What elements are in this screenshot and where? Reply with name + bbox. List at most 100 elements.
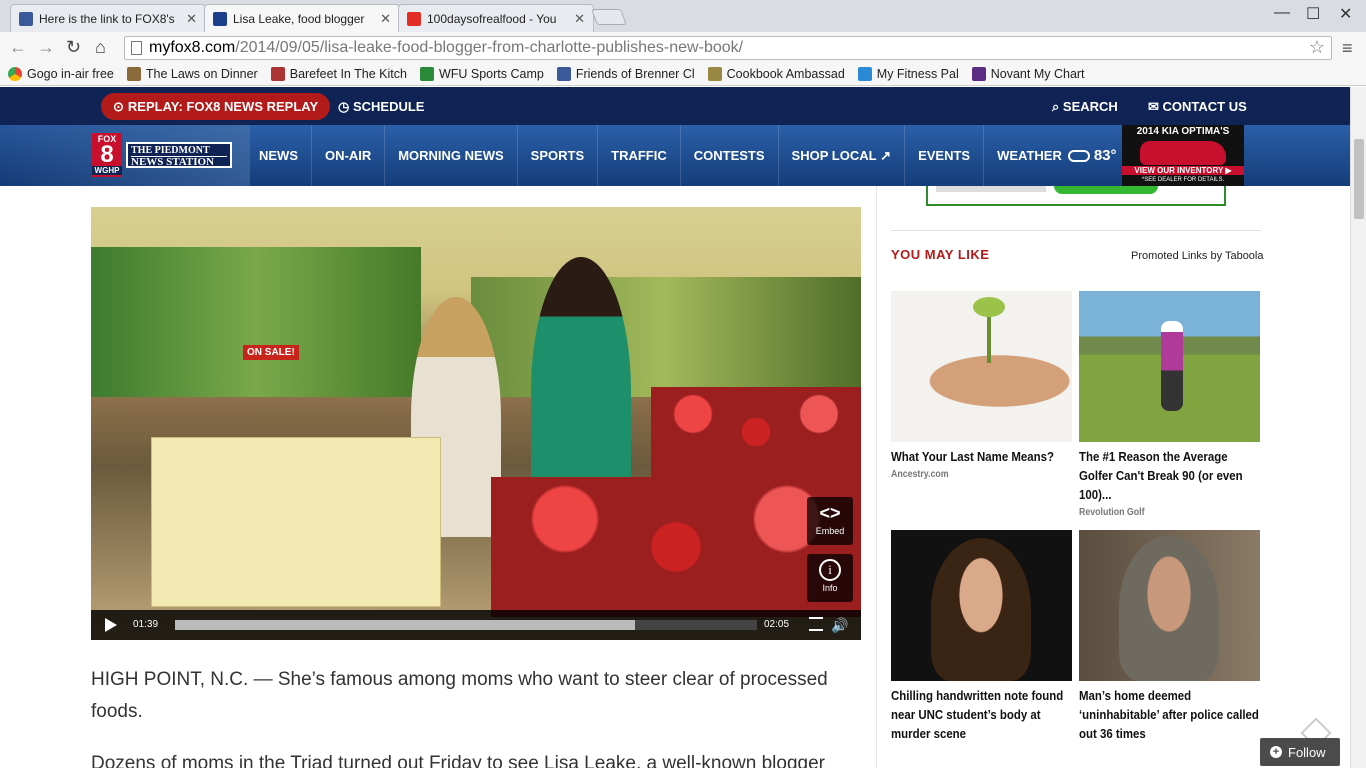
bookmark-item[interactable]: Novant My Chart: [971, 66, 1085, 81]
recommended-card[interactable]: The #1 Reason the Average Golfer Can't B…: [1079, 291, 1260, 518]
reload-icon[interactable]: ↻: [66, 37, 81, 58]
card-title: Man’s home deemed ‘uninhabitable’ after …: [1079, 688, 1259, 741]
fox8-icon: [213, 11, 227, 26]
bookmark-label: Novant My Chart: [990, 66, 1085, 81]
bookmark-label: Cookbook Ambassad: [726, 66, 845, 81]
info-button[interactable]: i Info: [807, 554, 853, 602]
close-icon[interactable]: ✕: [380, 11, 391, 27]
video-player[interactable]: ON SALE!: [91, 207, 861, 640]
video-progress-bar[interactable]: [175, 620, 757, 630]
produce-shelf: [471, 277, 861, 397]
clock-icon: ◷: [338, 99, 350, 114]
temperature: 83°: [1093, 147, 1117, 164]
bookmark-item[interactable]: Cookbook Ambassad: [707, 66, 845, 81]
scroll-thumb[interactable]: [1354, 139, 1364, 219]
nav-sports[interactable]: SPORTS: [516, 125, 597, 186]
sapling-leaves: [973, 297, 1005, 317]
portrait-image: [931, 538, 1031, 681]
embed-label: Embed: [815, 526, 845, 536]
kia-optima-ad[interactable]: 2014 KIA OPTIMA'S VIEW OUR INVENTORY ▶ *…: [1122, 125, 1244, 186]
follow-button[interactable]: + Follow: [1260, 738, 1340, 766]
nav-weather[interactable]: WEATHER 83°: [983, 125, 1129, 186]
contact-link[interactable]: ✉ CONTACT US: [1148, 99, 1247, 115]
recommended-card[interactable]: Man’s home deemed ‘uninhabitable’ after …: [1079, 530, 1260, 743]
fox8-logo[interactable]: FOX 8 WGHP THE PIEDMONT NEWS STATION: [92, 133, 232, 177]
info-icon: i: [819, 559, 841, 581]
main-navigation: FOX 8 WGHP THE PIEDMONT NEWS STATION NEW…: [0, 125, 1350, 186]
nav-on-air[interactable]: ON-AIR: [311, 125, 384, 186]
tab-facebook[interactable]: Here is the link to FOX8's ✕: [10, 4, 206, 32]
card-thumbnail: [1079, 291, 1260, 442]
chrome-icon: [8, 66, 22, 81]
back-arrow-icon[interactable]: ←: [9, 37, 27, 58]
portrait-image: [1119, 536, 1219, 681]
apple-display: [651, 387, 861, 477]
produce-shelf: [91, 247, 421, 397]
bookmark-item[interactable]: Friends of Brenner Cl: [556, 66, 695, 81]
apple-display: [491, 477, 861, 617]
search-icon: ⌕: [1052, 99, 1060, 114]
bookmark-item[interactable]: Gogo in-air free: [8, 66, 114, 81]
forward-arrow-icon[interactable]: →: [37, 37, 55, 58]
bookmark-label: Barefeet In The Kitch: [289, 66, 407, 81]
info-label: Info: [822, 583, 838, 593]
search-link[interactable]: ⌕ SEARCH: [1052, 99, 1118, 115]
card-thumbnail: [891, 530, 1072, 681]
card-title: Chilling handwritten note found near UNC…: [891, 688, 1064, 741]
bookmark-icon: [126, 66, 141, 81]
bookmark-item[interactable]: My Fitness Pal: [857, 66, 959, 81]
bookmark-label: WFU Sports Camp: [438, 66, 544, 81]
card-source: Ancestry.com: [891, 469, 949, 480]
bookmark-item[interactable]: WFU Sports Camp: [419, 66, 544, 81]
search-label: SEARCH: [1062, 99, 1118, 114]
nav-morning-news[interactable]: MORNING NEWS: [384, 125, 516, 186]
address-bar[interactable]: myfox8.com/2014/09/05/lisa-leake-food-bl…: [124, 36, 1332, 60]
progress-fill: [175, 620, 635, 630]
nav-news[interactable]: NEWS: [246, 125, 311, 186]
bookmark-star-icon[interactable]: ☆: [1309, 37, 1325, 58]
embed-button[interactable]: <> Embed: [807, 497, 853, 545]
nav-events[interactable]: EVENTS: [904, 125, 983, 186]
bookmark-item[interactable]: Barefeet In The Kitch: [270, 66, 407, 81]
ad-cta: VIEW OUR INVENTORY ▶: [1122, 166, 1244, 175]
ad-text-block: [936, 186, 1046, 192]
nav-traffic[interactable]: TRAFFIC: [597, 125, 680, 186]
sidebar-divider: [891, 230, 1261, 231]
hamburger-menu-icon[interactable]: ≡: [1342, 38, 1353, 59]
fullscreen-icon[interactable]: [809, 617, 823, 631]
recommended-card[interactable]: What Your Last Name Means? Ancestry.com: [891, 291, 1072, 480]
maximize-icon[interactable]: ☐: [1306, 4, 1320, 24]
schedule-link[interactable]: ◷ SCHEDULE: [338, 99, 424, 115]
home-icon[interactable]: ⌂: [95, 37, 106, 58]
play-icon[interactable]: [105, 618, 117, 632]
page-scrollbar[interactable]: [1350, 87, 1366, 768]
bookmark-icon: [857, 66, 872, 81]
close-icon[interactable]: ✕: [186, 11, 197, 27]
logo-line2: NEWS STATION: [131, 156, 215, 168]
ad-headline: 2014 KIA OPTIMA'S: [1136, 126, 1230, 137]
bookmarks-bar: Gogo in-air free The Laws on Dinner Bare…: [0, 62, 1366, 86]
on-sale-sign: ON SALE!: [243, 345, 299, 360]
taboola-promoted-link[interactable]: Promoted Links by Taboola: [1131, 250, 1264, 262]
nav-contests[interactable]: CONTESTS: [679, 125, 778, 186]
nav-shop-local[interactable]: SHOP LOCAL ↗: [777, 125, 905, 186]
logo-callsign: WGHP: [92, 166, 122, 175]
replay-button[interactable]: ⊙ REPLAY: FOX8 NEWS REPLAY: [101, 93, 331, 120]
recommended-card[interactable]: Chilling handwritten note found near UNC…: [891, 530, 1072, 743]
tab-fox8-article[interactable]: Lisa Leake, food blogger ✕: [204, 4, 400, 32]
sidebar-ad[interactable]: [926, 186, 1226, 206]
minimize-icon[interactable]: —: [1274, 4, 1290, 22]
url-host: myfox8.com: [149, 39, 236, 56]
bookmark-label: Friends of Brenner Cl: [575, 66, 695, 81]
bookmark-label: Gogo in-air free: [27, 66, 114, 81]
external-link-icon: ↗: [876, 147, 892, 163]
tab-youtube[interactable]: 100daysofrealfood - You ✕: [398, 4, 594, 32]
new-tab-button[interactable]: [591, 9, 627, 25]
volume-icon[interactable]: 🔊: [831, 617, 848, 634]
window-close-icon[interactable]: ✕: [1339, 4, 1352, 24]
tab-title: Here is the link to FOX8's: [39, 11, 175, 26]
close-icon[interactable]: ✕: [574, 11, 585, 27]
bookmark-icon: [707, 66, 722, 81]
bookmark-label: The Laws on Dinner: [145, 66, 258, 81]
bookmark-item[interactable]: The Laws on Dinner: [126, 66, 258, 81]
